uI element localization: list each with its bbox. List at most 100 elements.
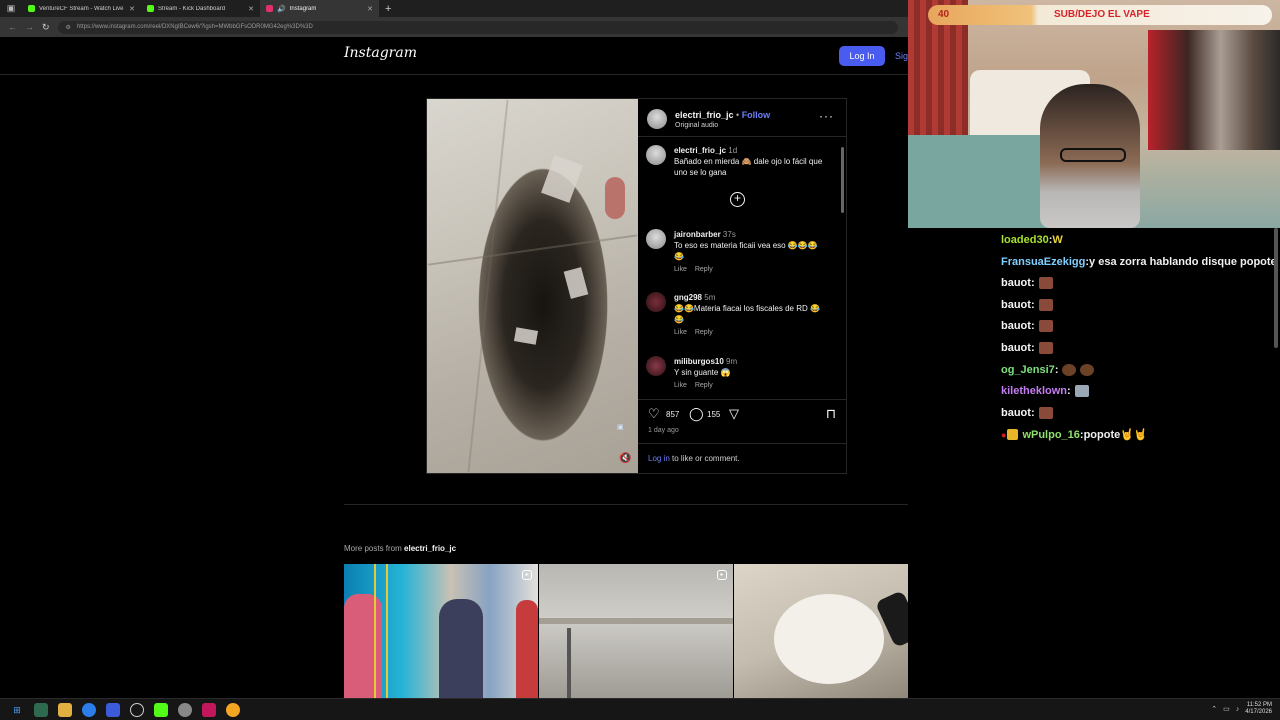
avatar[interactable] xyxy=(646,292,666,312)
save-bookmark-icon[interactable]: ⊓ xyxy=(826,407,836,420)
instagram-logo[interactable]: Instagram xyxy=(344,45,417,61)
chat-username[interactable]: og_Jensi7 xyxy=(1001,364,1055,376)
chat-emote-icon xyxy=(1038,407,1053,419)
close-tab-icon[interactable]: ✕ xyxy=(129,5,135,13)
comment-text: 😂😂Materia fiacai los fiscales de RD 😂😂 xyxy=(674,304,820,324)
like-heart-icon[interactable]: ♡ xyxy=(648,407,660,420)
browser-icon[interactable] xyxy=(178,702,192,717)
speaker-icon[interactable]: 🔊 xyxy=(277,5,286,13)
chat-separator: : xyxy=(1030,407,1035,419)
stream-chat: loaded30 : W FransuaEzekigg : y esa zorr… xyxy=(908,228,1280,698)
audio-toggle-icon[interactable]: 🔇 xyxy=(619,453,631,464)
comment-actions: Like Reply xyxy=(674,329,824,336)
volume-icon[interactable]: ♪ xyxy=(1236,706,1240,713)
avatar[interactable] xyxy=(647,109,667,129)
tab-kick-dashboard[interactable]: Stream - Kick Dashboard ✕ xyxy=(141,0,260,17)
reload-icon[interactable]: ↻ xyxy=(42,22,50,33)
like-comment-button[interactable]: Like xyxy=(674,329,687,336)
post-thumbnail[interactable]: ▸ xyxy=(344,564,538,698)
follow-button[interactable]: Follow xyxy=(742,110,771,120)
reply-comment-button[interactable]: Reply xyxy=(695,266,713,273)
badge-icon: ● xyxy=(1001,429,1007,440)
tab-instagram[interactable]: 🔊 Instagram ✕ xyxy=(260,0,379,17)
comment-user[interactable]: jaironbarber xyxy=(674,230,721,239)
chat-username[interactable]: loaded30 xyxy=(1001,234,1049,246)
forward-icon[interactable]: → xyxy=(25,22,34,32)
comment-text: To eso es materia ficaii vea eso 😂😂😂😂 xyxy=(674,241,818,261)
avatar[interactable] xyxy=(646,229,666,249)
chat-username[interactable]: bauot xyxy=(1001,342,1031,354)
instagram-favicon-icon xyxy=(266,5,273,12)
reply-comment-button[interactable]: Reply xyxy=(695,382,713,389)
chat-scrollbar[interactable] xyxy=(1274,228,1278,348)
caption-user[interactable]: electri_frio_jc xyxy=(674,146,726,155)
tile-grout xyxy=(467,99,509,473)
more-options-icon[interactable]: ··· xyxy=(819,109,834,123)
chat-username[interactable]: bauot xyxy=(1001,407,1031,419)
chat-message: bauot : xyxy=(1001,320,1053,332)
obs-icon[interactable] xyxy=(130,702,144,717)
site-info-icon[interactable]: ⚙ xyxy=(66,24,71,31)
url-field[interactable]: ⚙ https://www.instagram.com/reel/DXNgIBC… xyxy=(57,20,898,34)
back-icon[interactable]: ← xyxy=(8,22,17,32)
chrome-profile-icon[interactable] xyxy=(226,702,240,717)
app-icon[interactable] xyxy=(106,702,120,717)
tab-title: Stream - Kick Dashboard xyxy=(158,5,226,12)
reply-comment-button[interactable]: Reply xyxy=(695,329,713,336)
like-comment-button[interactable]: Like xyxy=(674,266,687,273)
share-icon[interactable]: ▽ xyxy=(729,407,739,420)
start-menu-icon[interactable]: ⊞ xyxy=(10,703,24,717)
chat-username[interactable]: FransuaEzekigg xyxy=(1001,256,1085,268)
like-comment-button[interactable]: Like xyxy=(674,382,687,389)
chat-username[interactable]: bauot xyxy=(1001,277,1031,289)
comment-bubble-icon[interactable]: ◯ xyxy=(689,407,704,420)
reel-post: ▣ 🔇 electri_frio_jc • Follow Original au… xyxy=(426,98,847,474)
comment-user[interactable]: gng298 xyxy=(674,293,702,302)
media-app-icon[interactable] xyxy=(202,702,216,717)
comments-scrollbar[interactable] xyxy=(841,147,844,213)
close-tab-icon[interactable]: ✕ xyxy=(248,5,254,13)
network-icon[interactable]: ▭ xyxy=(1223,705,1230,713)
tab-venturecf-stream[interactable]: VentureCF Stream - Watch Live o ✕ xyxy=(22,0,141,17)
load-more-comments-icon[interactable]: + xyxy=(730,192,745,207)
chevron-up-icon[interactable]: ⌃ xyxy=(1211,705,1217,713)
audio-link[interactable]: Original audio xyxy=(675,122,718,129)
comments-list[interactable]: electri_frio_jc 1d Bañado en mierda 🙈 da… xyxy=(638,137,846,399)
avatar[interactable] xyxy=(646,145,666,165)
kick-icon[interactable] xyxy=(154,702,168,717)
chat-username[interactable]: bauot xyxy=(1001,299,1031,311)
avatar[interactable] xyxy=(646,356,666,376)
captions-icon[interactable]: ▣ xyxy=(617,423,624,431)
more-posts-user[interactable]: electri_frio_jc xyxy=(404,544,456,553)
clock[interactable]: 11:52 PM 4/17/2026 xyxy=(1245,702,1272,716)
close-tab-icon[interactable]: ✕ xyxy=(367,5,373,13)
comment-item: miliburgos10 9m Y sin guante 😱 Like Repl… xyxy=(646,356,824,389)
log-in-button[interactable]: Log In xyxy=(839,46,885,66)
sign-up-link[interactable]: Sig xyxy=(895,51,908,61)
os-taskbar: ⊞ ⌃ ▭ ♪ 11:52 PM 4/17/2026 xyxy=(0,698,1280,720)
log-in-link[interactable]: Log in xyxy=(648,454,670,463)
chat-username[interactable]: wPulpo_16 xyxy=(1022,429,1079,441)
goal-counter: 40 xyxy=(938,9,950,20)
reel-video[interactable]: ▣ 🔇 xyxy=(427,99,638,473)
tab-title: VentureCF Stream - Watch Live o xyxy=(39,5,126,12)
separator-dot: • xyxy=(733,110,742,120)
chat-separator: : xyxy=(1030,299,1035,311)
terminal-icon[interactable] xyxy=(34,702,48,717)
file-explorer-icon[interactable] xyxy=(58,702,72,717)
chat-emote-icon xyxy=(1038,320,1053,332)
chat-username[interactable]: bauot xyxy=(1001,320,1031,332)
post-thumbnail[interactable]: ▸ xyxy=(734,564,908,698)
chat-separator: : xyxy=(1054,364,1059,376)
chat-emote-icon xyxy=(1038,342,1053,354)
comment-user[interactable]: miliburgos10 xyxy=(674,357,724,366)
chrome-icon[interactable] xyxy=(82,702,96,717)
caption: electri_frio_jc 1d Bañado en mierda 🙈 da… xyxy=(646,145,824,178)
comment-body: gng298 5m 😂😂Materia fiacai los fiscales … xyxy=(674,292,824,325)
post-author[interactable]: electri_frio_jc xyxy=(675,110,734,120)
post-thumbnail[interactable]: ▸ xyxy=(539,564,733,698)
new-tab-button[interactable]: + xyxy=(385,3,391,15)
window-menu-icon[interactable]: ▣ xyxy=(0,0,22,17)
chat-username[interactable]: kiletheklown xyxy=(1001,385,1067,397)
comment-text: Y sin guante 😱 xyxy=(674,368,731,377)
